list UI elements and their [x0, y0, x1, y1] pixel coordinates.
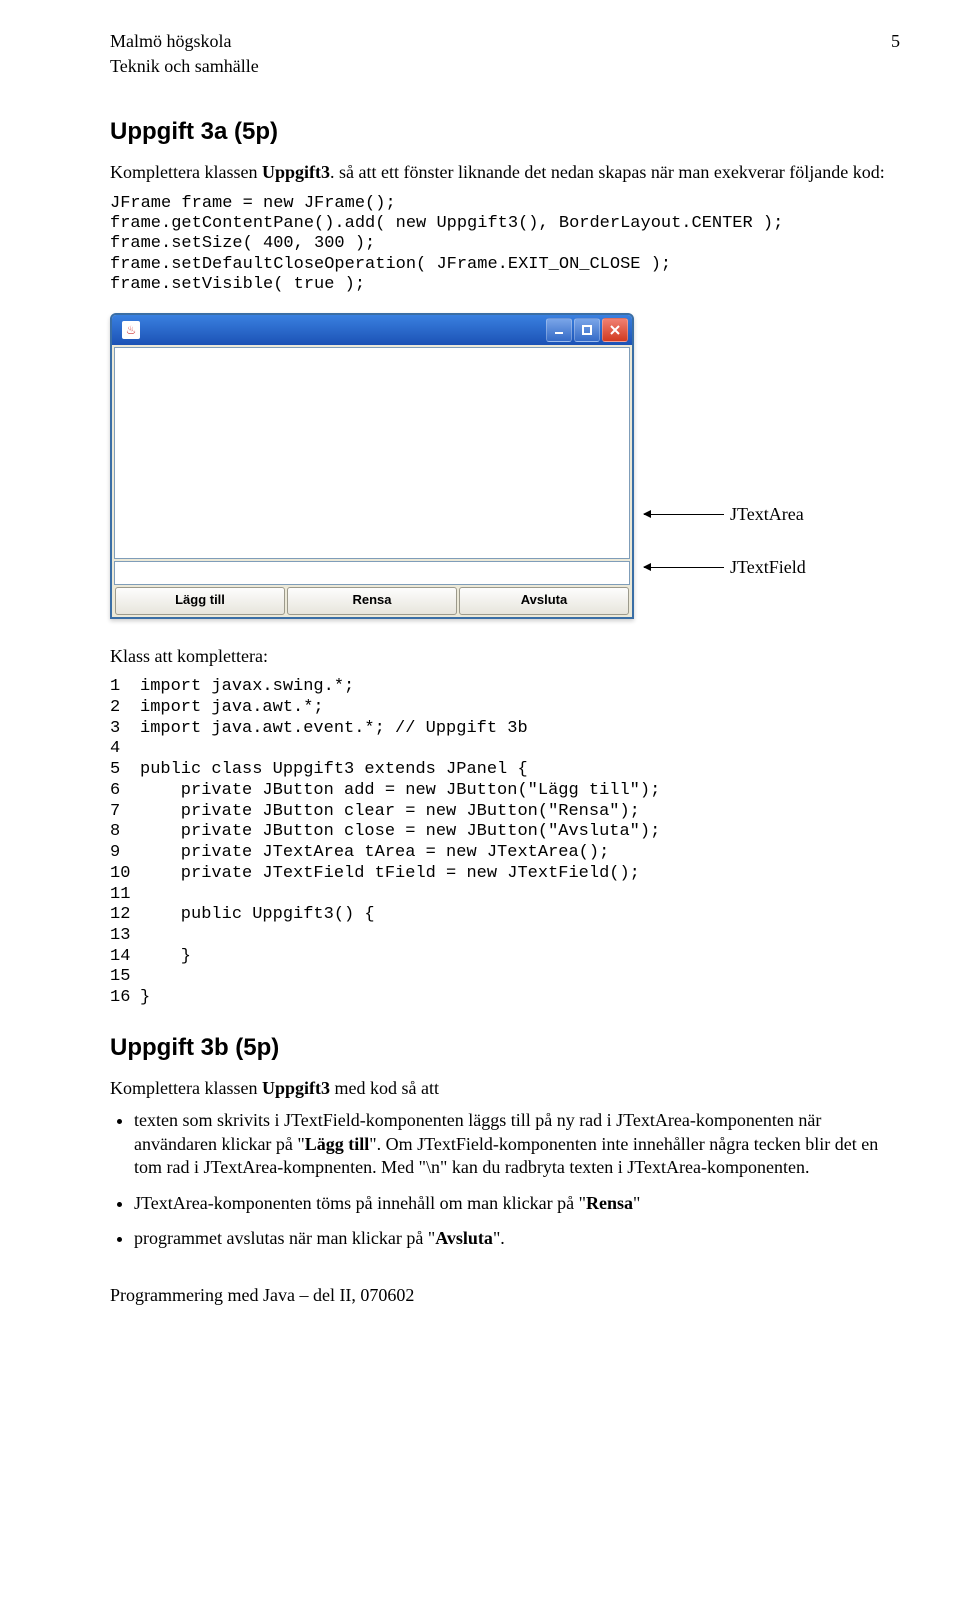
figure-swing-window: ♨ Lägg till Rensa Avsluta JTextArea JTex…: [110, 313, 900, 618]
code-text: private JButton add = new JButton("Lägg …: [140, 781, 660, 802]
list-item: texten som skrivits i JTextField-kompone…: [134, 1109, 900, 1179]
annotation-textfield: JTextField: [730, 556, 806, 579]
intro-3b: Komplettera klassen Uppgift3 med kod så …: [110, 1077, 900, 1100]
code-text: import javax.swing.*;: [140, 677, 354, 698]
clear-button[interactable]: Rensa: [287, 587, 457, 614]
code-line: 16}: [110, 988, 900, 1009]
java-icon: ♨: [122, 321, 140, 339]
add-button[interactable]: Lägg till: [115, 587, 285, 614]
titlebar: ♨: [112, 315, 632, 345]
code-text: }: [140, 947, 191, 968]
code-text: }: [140, 988, 150, 1009]
line-number: 2: [110, 698, 140, 719]
code-line: 11: [110, 885, 900, 906]
code-line: 7 private JButton clear = new JButton("R…: [110, 802, 900, 823]
code-line: 8 private JButton close = new JButton("A…: [110, 822, 900, 843]
code-text: private JTextField tField = new JTextFie…: [140, 864, 640, 885]
line-number: 3: [110, 719, 140, 740]
line-number: 13: [110, 926, 140, 947]
intro-3b-pre: Komplettera klassen: [110, 1078, 262, 1098]
code-line: 2import java.awt.*;: [110, 698, 900, 719]
page-number: 5: [891, 30, 900, 53]
line-number: 1: [110, 677, 140, 698]
footer: Programmering med Java – del II, 070602: [110, 1284, 900, 1307]
arrow-icon: [644, 514, 724, 515]
code-line: 13: [110, 926, 900, 947]
swing-window: ♨ Lägg till Rensa Avsluta: [110, 313, 634, 618]
line-number: 15: [110, 967, 140, 988]
annotation-textarea: JTextArea: [730, 503, 804, 526]
code-line: 3import java.awt.event.*; // Uppgift 3b: [110, 719, 900, 740]
listing-caption: Klass att komplettera:: [110, 645, 900, 668]
line-number: 14: [110, 947, 140, 968]
line-number: 8: [110, 822, 140, 843]
code-text: import java.awt.event.*; // Uppgift 3b: [140, 719, 528, 740]
code-snippet-3a: JFrame frame = new JFrame(); frame.getCo…: [110, 194, 900, 296]
intro-3a-suf: . så att ett fönster liknande det nedan …: [330, 162, 885, 182]
close-button[interactable]: [602, 318, 628, 342]
code-text: private JTextArea tArea = new JTextArea(…: [140, 843, 609, 864]
line-number: 6: [110, 781, 140, 802]
header-subline: Teknik och samhälle: [110, 55, 900, 78]
line-number: 10: [110, 864, 140, 885]
line-number: 12: [110, 905, 140, 926]
code-line: 14 }: [110, 947, 900, 968]
line-number: 11: [110, 885, 140, 906]
line-number: 9: [110, 843, 140, 864]
intro-3b-suf: med kod så att: [330, 1078, 439, 1098]
line-number: 5: [110, 760, 140, 781]
intro-3a-pre: Komplettera klassen: [110, 162, 262, 182]
intro-3a: Komplettera klassen Uppgift3. så att ett…: [110, 161, 900, 184]
heading-3b: Uppgift 3b (5p): [110, 1033, 900, 1063]
intro-3a-bold: Uppgift3: [262, 162, 330, 182]
exit-button[interactable]: Avsluta: [459, 587, 629, 614]
maximize-button[interactable]: [574, 318, 600, 342]
line-number: 4: [110, 739, 140, 760]
intro-3b-bold: Uppgift3: [262, 1078, 330, 1098]
code-text: public class Uppgift3 extends JPanel {: [140, 760, 528, 781]
code-text: public Uppgift3() {: [140, 905, 375, 926]
minimize-button[interactable]: [546, 318, 572, 342]
list-item: JTextArea-komponenten töms på innehåll o…: [134, 1192, 900, 1215]
header-institution: Malmö högskola: [110, 30, 232, 53]
jtextarea[interactable]: [114, 347, 630, 559]
jtextfield[interactable]: [114, 561, 630, 585]
button-row: Lägg till Rensa Avsluta: [114, 587, 630, 614]
code-line: 6 private JButton add = new JButton("Läg…: [110, 781, 900, 802]
code-line: 12 public Uppgift3() {: [110, 905, 900, 926]
heading-3a: Uppgift 3a (5p): [110, 117, 900, 147]
line-number: 7: [110, 802, 140, 823]
code-line: 10 private JTextField tField = new JText…: [110, 864, 900, 885]
code-text: import java.awt.*;: [140, 698, 324, 719]
code-text: private JButton close = new JButton("Avs…: [140, 822, 660, 843]
bullet-list-3b: texten som skrivits i JTextField-kompone…: [110, 1109, 900, 1250]
line-number: 16: [110, 988, 140, 1009]
code-line: 15: [110, 967, 900, 988]
code-line: 4: [110, 739, 900, 760]
list-item: programmet avslutas när man klickar på "…: [134, 1227, 900, 1250]
code-listing: 1import javax.swing.*;2import java.awt.*…: [110, 677, 900, 1009]
code-line: 5public class Uppgift3 extends JPanel {: [110, 760, 900, 781]
code-line: 1import javax.swing.*;: [110, 677, 900, 698]
code-line: 9 private JTextArea tArea = new JTextAre…: [110, 843, 900, 864]
code-text: private JButton clear = new JButton("Ren…: [140, 802, 640, 823]
arrow-icon: [644, 567, 724, 568]
